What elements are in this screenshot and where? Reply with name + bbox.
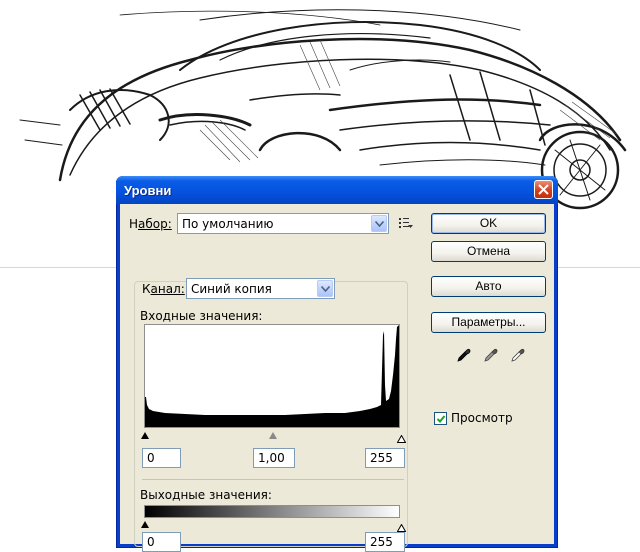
channel-label: Канал:: [140, 282, 187, 296]
output-gradient-bar: [144, 505, 400, 518]
preview-checkbox[interactable]: [434, 412, 447, 425]
auto-button[interactable]: Авто: [431, 276, 546, 297]
levels-dialog: Уровни Набор: По умолчанию Канал: Синий …: [116, 176, 558, 552]
dialog-client-area: Набор: По умолчанию Канал: Синий копия В…: [120, 204, 554, 552]
input-gamma-field[interactable]: 1,00: [253, 448, 295, 468]
separator: [142, 479, 404, 480]
input-black-slider[interactable]: [141, 432, 149, 439]
output-white-field[interactable]: 255: [365, 532, 405, 552]
cancel-button[interactable]: Отмена: [431, 241, 546, 262]
input-white-slider[interactable]: [396, 432, 407, 446]
output-black-field[interactable]: 0: [142, 532, 181, 552]
channel-dropdown[interactable]: Синий копия: [186, 278, 335, 299]
chevron-down-icon[interactable]: [317, 280, 333, 297]
preset-value: По умолчанию: [182, 217, 274, 231]
preview-label[interactable]: Просмотр: [451, 411, 513, 425]
title-bar[interactable]: Уровни: [116, 176, 558, 204]
output-levels-label: Выходные значения:: [140, 488, 272, 502]
input-black-field[interactable]: 0: [142, 448, 181, 468]
output-black-slider[interactable]: [141, 521, 149, 528]
close-icon: [538, 184, 549, 195]
histogram: [144, 324, 400, 428]
input-levels-label: Входные значения:: [140, 309, 263, 323]
white-point-eyedropper-icon[interactable]: [510, 347, 526, 363]
preset-menu-icon[interactable]: [398, 216, 414, 230]
checkmark-icon: [436, 415, 446, 423]
dialog-title: Уровни: [124, 183, 172, 198]
ok-button[interactable]: OK: [431, 213, 546, 234]
input-gamma-slider[interactable]: [269, 432, 277, 439]
channel-value: Синий копия: [191, 282, 272, 296]
close-button[interactable]: [534, 180, 553, 199]
histogram-graph: [145, 325, 399, 427]
options-button[interactable]: Параметры...: [431, 312, 546, 333]
preset-dropdown[interactable]: По умолчанию: [177, 213, 389, 234]
preset-label: Набор:: [129, 217, 172, 231]
chevron-down-icon[interactable]: [371, 215, 387, 232]
black-point-eyedropper-icon[interactable]: [456, 347, 472, 363]
input-white-field[interactable]: 255: [365, 448, 405, 468]
gray-point-eyedropper-icon[interactable]: [483, 347, 499, 363]
